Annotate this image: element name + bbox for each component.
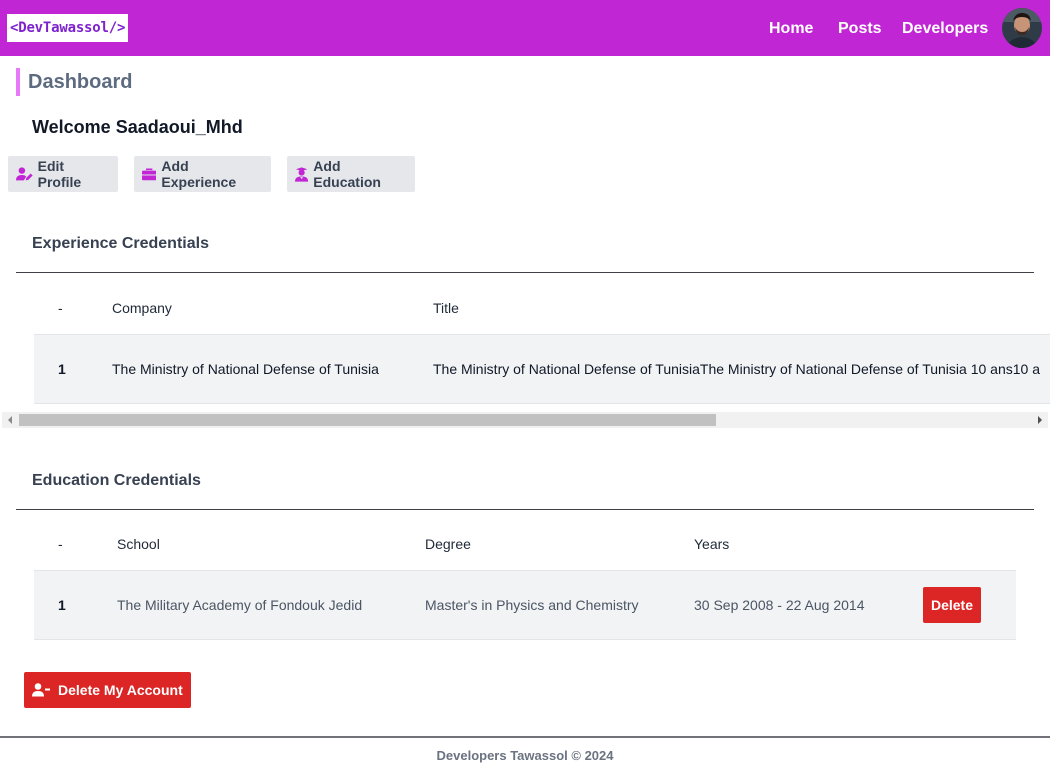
page-title: Dashboard bbox=[28, 71, 133, 93]
experience-header-index: - bbox=[58, 300, 63, 316]
education-header-degree: Degree bbox=[425, 536, 471, 552]
experience-header-title: Title bbox=[433, 300, 459, 316]
scroll-right-arrow-icon[interactable] bbox=[1038, 416, 1042, 424]
education-section-title: Education Credentials bbox=[32, 472, 201, 489]
experience-section-title: Experience Credentials bbox=[32, 235, 209, 252]
delete-account-label: Delete My Account bbox=[58, 682, 183, 698]
user-avatar-icon bbox=[1002, 8, 1042, 48]
nav-developers-link[interactable]: Developers bbox=[902, 19, 988, 39]
briefcase-icon bbox=[142, 167, 157, 180]
footer-divider bbox=[0, 736, 1050, 738]
education-row-years: 30 Sep 2008 - 22 Aug 2014 bbox=[694, 597, 865, 613]
experience-header-company: Company bbox=[112, 300, 172, 316]
nav-home-link[interactable]: Home bbox=[769, 19, 813, 39]
education-row-degree: Master's in Physics and Chemistry bbox=[425, 597, 639, 613]
delete-account-button[interactable]: Delete My Account bbox=[24, 672, 191, 708]
edit-profile-button[interactable]: Edit Profile bbox=[8, 156, 118, 192]
horizontal-scrollbar[interactable] bbox=[2, 412, 1048, 428]
scroll-left-arrow-icon[interactable] bbox=[8, 416, 12, 424]
experience-divider bbox=[16, 272, 1034, 273]
nav-posts-link[interactable]: Posts bbox=[838, 19, 882, 39]
add-education-label: Add Education bbox=[313, 158, 381, 190]
education-header-school: School bbox=[117, 536, 160, 552]
dashboard-accent-bar bbox=[16, 68, 20, 96]
avatar[interactable] bbox=[1002, 8, 1042, 48]
delete-education-button[interactable]: Delete bbox=[923, 587, 981, 623]
experience-row-company: The Ministry of National Defense of Tuni… bbox=[112, 361, 379, 377]
scroll-thumb[interactable] bbox=[19, 414, 716, 426]
education-header-years: Years bbox=[694, 536, 730, 552]
add-education-button[interactable]: Add Education bbox=[287, 156, 415, 192]
experience-row-title: The Ministry of National Defense of Tuni… bbox=[433, 361, 1040, 377]
education-header-index: - bbox=[58, 536, 63, 552]
add-experience-label: Add Experience bbox=[161, 158, 237, 190]
education-row-index: 1 bbox=[58, 597, 66, 613]
user-edit-icon bbox=[16, 167, 33, 181]
experience-row-index: 1 bbox=[58, 361, 66, 377]
navbar: <DevTawassol/> Home Posts Developers bbox=[0, 0, 1050, 56]
edit-profile-label: Edit Profile bbox=[37, 158, 82, 190]
graduate-icon bbox=[295, 166, 309, 182]
footer-text: Developers Tawassol © 2024 bbox=[436, 748, 614, 763]
education-row-school: The Military Academy of Fondouk Jedid bbox=[117, 597, 363, 613]
welcome-text: Welcome Saadaoui_Mhd bbox=[32, 117, 243, 137]
education-divider bbox=[16, 509, 1034, 510]
add-experience-button[interactable]: Add Experience bbox=[134, 156, 271, 192]
user-minus-icon bbox=[32, 683, 50, 697]
logo[interactable]: <DevTawassol/> bbox=[7, 14, 129, 42]
